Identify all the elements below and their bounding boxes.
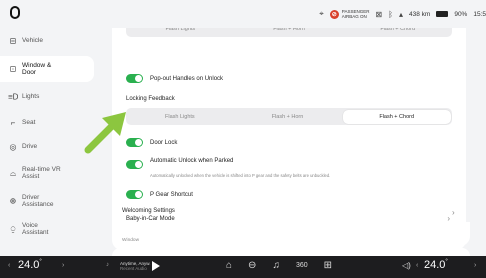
window-card-top [112, 248, 470, 256]
temp-left-increase-icon[interactable]: › [62, 262, 64, 269]
popout-handles-row: Pop-out Handles on Unlock [126, 74, 456, 83]
music-note-icon: ♪ [106, 262, 109, 268]
driver-assist-icon: ⊕ [9, 196, 17, 206]
airbag-icon: ⊘ [329, 9, 339, 19]
steering-wheel-icon: ◎ [9, 142, 17, 152]
segment-option[interactable]: Flash + Horn [235, 28, 344, 37]
sidebar-item-voice-assistant[interactable]: ⍜ Voice Assistant [0, 216, 98, 242]
sidebar-item-label: Vehicle [22, 37, 43, 45]
p-gear-row: P Gear Shortcut [126, 190, 456, 199]
camera-360-icon[interactable]: 360 [296, 262, 308, 271]
car-icon: ⊟ [9, 36, 17, 46]
driver-temperature[interactable]: 24.0° [18, 259, 42, 271]
sidebar-item-vehicle[interactable]: ⊟ Vehicle [0, 28, 98, 54]
welcoming-row-bg [116, 222, 470, 246]
car-icon[interactable]: ⊖ [248, 260, 256, 271]
p-gear-toggle[interactable] [126, 190, 143, 199]
battery-percent: 90% [454, 10, 468, 18]
brand-logo [10, 6, 20, 19]
welcoming-settings-label[interactable]: Welcoming Settings [122, 208, 175, 214]
driver-temp-value: 24.0 [18, 259, 40, 271]
auto-unlock-description: Automatically unlocked when the vehicle … [150, 173, 331, 178]
segment-option[interactable]: Flash + Chord [343, 28, 452, 37]
temp-right-increase-icon[interactable]: › [474, 262, 476, 269]
signal-icon: ▴ [398, 9, 403, 19]
location-icon: ⌖ [319, 9, 324, 18]
popout-handles-label: Pop-out Handles on Unlock [150, 75, 224, 82]
window-door-card: Flash Lights Flash + Horn Flash + Chord … [112, 28, 466, 250]
auto-unlock-row: Automatic Unlock when Parked [126, 157, 456, 169]
temp-left-decrease-icon[interactable]: ‹ [8, 262, 10, 269]
seat-icon: ⌐ [10, 118, 16, 128]
sidebar-item-lights[interactable]: ≡D Lights [0, 84, 98, 110]
chevron-right-icon[interactable]: › [452, 208, 470, 217]
vr-assist-icon: ⌓ [9, 168, 17, 178]
dock-shortcuts: ⌂ ⊖ ♫ 360 ⊞ [226, 260, 332, 271]
segment-option[interactable]: Flash Lights [126, 28, 235, 37]
voice-assistant-icon: ⍜ [10, 224, 16, 234]
window-door-icon: ⊡ [9, 64, 17, 74]
passenger-temp-value: 24.0 [424, 259, 446, 271]
locking-feedback-segment[interactable]: Flash Lights Flash + Horn Flash + Chord [126, 108, 452, 125]
media-info[interactable]: Anytime, Anyw. Recent Audio [120, 261, 151, 271]
sidebar-item-driver-assistance[interactable]: ⊕ Driver Assistance [0, 188, 98, 214]
window-section-title: Window [122, 238, 140, 243]
door-lock-row: Door Lock [126, 138, 456, 147]
sidebar-item-label: Seat [22, 119, 36, 127]
sidebar-item-label: Window & Door [22, 61, 52, 77]
camera-off-icon: ⊠ [375, 9, 383, 19]
locking-feedback-option-flash-chord[interactable]: Flash + Chord [342, 109, 451, 124]
door-lock-toggle[interactable] [126, 138, 143, 147]
sidebar-item-label: Driver Assistance [22, 193, 54, 209]
bottom-dock: ‹ 24.0° › ♪ Anytime, Anyw. Recent Audio … [0, 256, 486, 278]
sidebar-item-label: Lights [22, 93, 40, 101]
battery-icon [436, 11, 449, 17]
auto-unlock-toggle[interactable] [126, 160, 143, 169]
sidebar-item-label: Real-time VR Assist [22, 165, 61, 181]
auto-unlock-label: Automatic Unlock when Parked [150, 157, 234, 164]
airbag-label-2: AIRBAG ON [341, 14, 367, 19]
play-icon[interactable] [152, 261, 160, 271]
locking-feedback-option-flash-horn[interactable]: Flash + Horn [234, 108, 342, 125]
apps-grid-icon[interactable]: ⊞ [324, 260, 332, 271]
door-lock-label: Door Lock [150, 139, 178, 146]
passenger-temperature[interactable]: 24.0° [424, 259, 448, 271]
music-icon[interactable]: ♫ [272, 260, 280, 271]
popout-handles-toggle[interactable] [126, 74, 143, 83]
passenger-airbag-indicator: ⊘ PASSENGER AIRBAG ON [329, 9, 369, 19]
p-gear-label: P Gear Shortcut [150, 191, 193, 198]
bluetooth-icon: ᛒ [388, 9, 393, 19]
top-feedback-segment[interactable]: Flash Lights Flash + Horn Flash + Chord [126, 28, 452, 37]
status-indicators: ⌖ ⊘ PASSENGER AIRBAG ON ⊠ ᛒ ▴ 438 km 90%… [319, 0, 486, 28]
green-arrow-annotation [84, 112, 126, 154]
sidebar-item-label: Drive [22, 143, 38, 151]
sidebar-item-vr-assist[interactable]: ⌓ Real-time VR Assist [0, 160, 98, 186]
temp-right-decrease-icon[interactable]: ‹ [416, 262, 418, 269]
lights-icon: ≡D [8, 92, 19, 102]
home-icon[interactable]: ⌂ [226, 260, 232, 271]
locking-feedback-label: Locking Feedback [126, 96, 175, 102]
sidebar-item-window-door[interactable]: ⊡ Window & Door [0, 56, 94, 82]
media-subtitle: Recent Audio [120, 266, 147, 271]
volume-icon[interactable]: ◁) [402, 261, 411, 270]
sidebar-item-label: Voice Assistant [22, 221, 49, 237]
status-bar: ⌖ ⊘ PASSENGER AIRBAG ON ⊠ ᛒ ▴ 438 km 90%… [0, 0, 486, 28]
locking-feedback-option-flash-lights[interactable]: Flash Lights [126, 108, 234, 125]
clock: 15:5 [473, 10, 486, 18]
range-value: 438 km [409, 10, 431, 18]
